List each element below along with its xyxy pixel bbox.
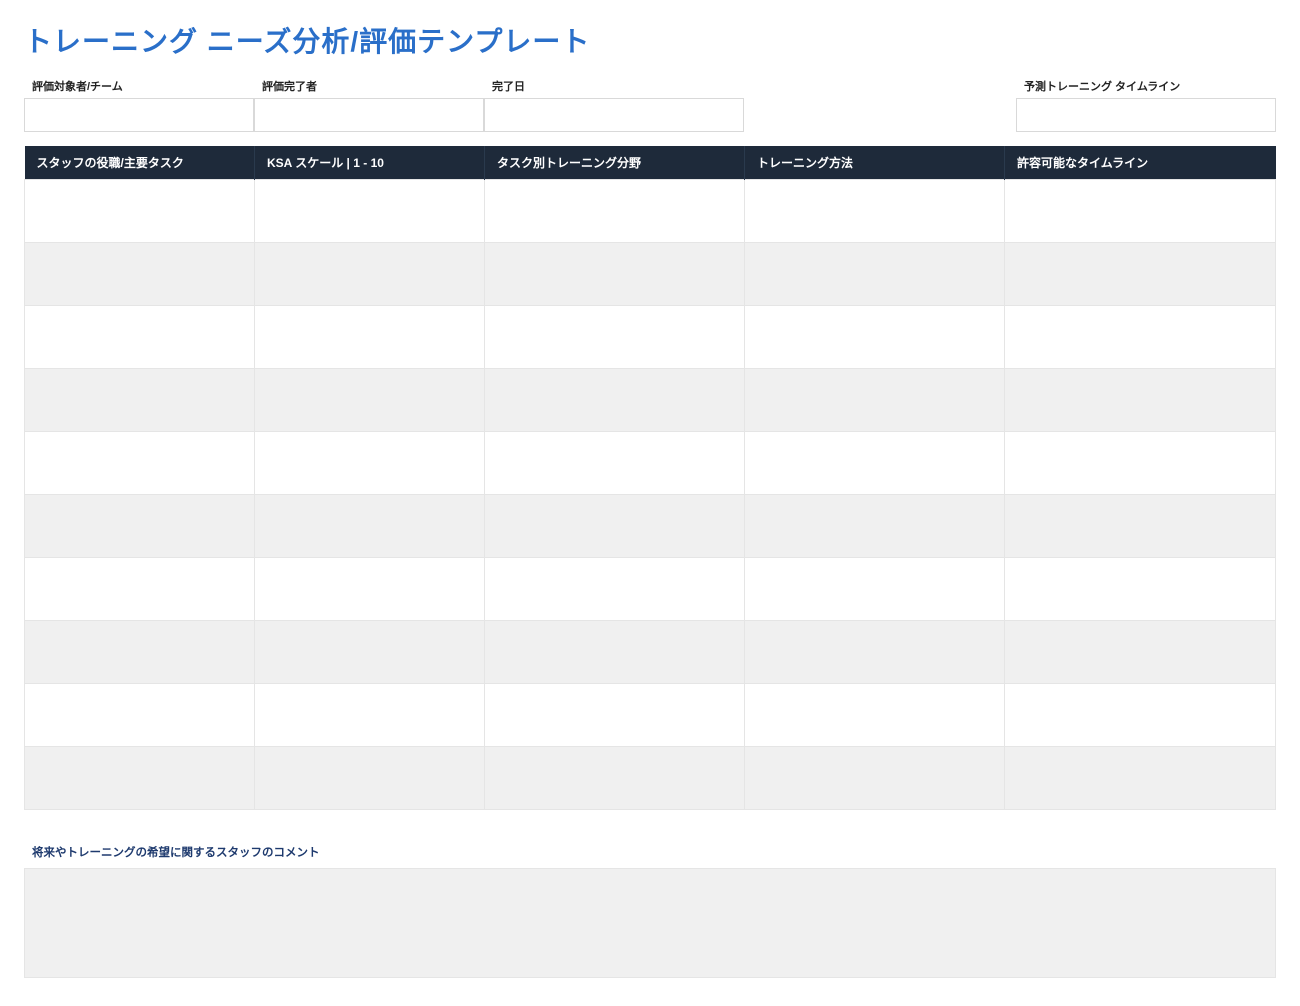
cell-area[interactable] — [485, 243, 745, 306]
table-row — [25, 621, 1276, 684]
cell-timeline[interactable] — [1005, 495, 1276, 558]
cell-ksa[interactable] — [255, 432, 485, 495]
meta-label-subject: 評価対象者/チーム — [24, 78, 254, 98]
th-method: トレーニング方法 — [745, 146, 1005, 180]
cell-timeline[interactable] — [1005, 684, 1276, 747]
page-title: トレーニング ニーズ分析/評価テンプレート — [24, 20, 1276, 60]
meta-input-completed-by[interactable] — [254, 98, 484, 132]
training-table: スタッフの役職/主要タスク KSA スケール | 1 - 10 タスク別トレーニ… — [24, 146, 1276, 810]
cell-area[interactable] — [485, 432, 745, 495]
cell-area[interactable] — [485, 558, 745, 621]
th-role: スタッフの役職/主要タスク — [25, 146, 255, 180]
meta-field-completion-date: 完了日 — [484, 78, 744, 132]
cell-timeline[interactable] — [1005, 306, 1276, 369]
cell-ksa[interactable] — [255, 180, 485, 243]
cell-method[interactable] — [745, 306, 1005, 369]
meta-label-completion-date: 完了日 — [484, 78, 744, 98]
meta-field-timeline: 予測トレーニング タイムライン — [1016, 78, 1276, 132]
table-row — [25, 180, 1276, 243]
cell-timeline[interactable] — [1005, 180, 1276, 243]
cell-area[interactable] — [485, 495, 745, 558]
meta-row: 評価対象者/チーム 評価完了者 完了日 予測トレーニング タイムライン — [24, 78, 1276, 132]
cell-role[interactable] — [25, 495, 255, 558]
table-row — [25, 747, 1276, 810]
cell-role[interactable] — [25, 180, 255, 243]
cell-role[interactable] — [25, 621, 255, 684]
table-row — [25, 369, 1276, 432]
meta-input-subject[interactable] — [24, 98, 254, 132]
cell-area[interactable] — [485, 747, 745, 810]
cell-timeline[interactable] — [1005, 432, 1276, 495]
meta-label-completed-by: 評価完了者 — [254, 78, 484, 98]
cell-method[interactable] — [745, 432, 1005, 495]
cell-role[interactable] — [25, 369, 255, 432]
cell-role[interactable] — [25, 243, 255, 306]
cell-method[interactable] — [745, 621, 1005, 684]
cell-area[interactable] — [485, 684, 745, 747]
cell-area[interactable] — [485, 180, 745, 243]
cell-method[interactable] — [745, 684, 1005, 747]
cell-method[interactable] — [745, 369, 1005, 432]
cell-role[interactable] — [25, 684, 255, 747]
comments-box[interactable] — [24, 868, 1276, 978]
cell-timeline[interactable] — [1005, 243, 1276, 306]
comments-label: 将来やトレーニングの希望に関するスタッフのコメント — [24, 844, 1276, 868]
cell-ksa[interactable] — [255, 747, 485, 810]
cell-method[interactable] — [745, 495, 1005, 558]
cell-method[interactable] — [745, 180, 1005, 243]
cell-timeline[interactable] — [1005, 558, 1276, 621]
cell-area[interactable] — [485, 369, 745, 432]
cell-timeline[interactable] — [1005, 369, 1276, 432]
cell-role[interactable] — [25, 306, 255, 369]
cell-ksa[interactable] — [255, 243, 485, 306]
th-area: タスク別トレーニング分野 — [485, 146, 745, 180]
cell-method[interactable] — [745, 558, 1005, 621]
meta-field-subject: 評価対象者/チーム — [24, 78, 254, 132]
meta-input-completion-date[interactable] — [484, 98, 744, 132]
meta-field-completed-by: 評価完了者 — [254, 78, 484, 132]
cell-timeline[interactable] — [1005, 747, 1276, 810]
cell-ksa[interactable] — [255, 558, 485, 621]
cell-ksa[interactable] — [255, 369, 485, 432]
table-row — [25, 306, 1276, 369]
table-row — [25, 684, 1276, 747]
cell-timeline[interactable] — [1005, 621, 1276, 684]
table-row — [25, 432, 1276, 495]
table-row — [25, 243, 1276, 306]
table-row — [25, 495, 1276, 558]
th-ksa: KSA スケール | 1 - 10 — [255, 146, 485, 180]
cell-role[interactable] — [25, 747, 255, 810]
meta-label-timeline: 予測トレーニング タイムライン — [1016, 78, 1276, 98]
table-row — [25, 558, 1276, 621]
comments-section: 将来やトレーニングの希望に関するスタッフのコメント — [24, 844, 1276, 978]
meta-input-timeline[interactable] — [1016, 98, 1276, 132]
table-header-row: スタッフの役職/主要タスク KSA スケール | 1 - 10 タスク別トレーニ… — [25, 146, 1276, 180]
cell-ksa[interactable] — [255, 495, 485, 558]
cell-ksa[interactable] — [255, 684, 485, 747]
cell-ksa[interactable] — [255, 621, 485, 684]
cell-method[interactable] — [745, 243, 1005, 306]
cell-method[interactable] — [745, 747, 1005, 810]
cell-role[interactable] — [25, 558, 255, 621]
cell-area[interactable] — [485, 306, 745, 369]
cell-ksa[interactable] — [255, 306, 485, 369]
th-timeline: 許容可能なタイムライン — [1005, 146, 1276, 180]
cell-role[interactable] — [25, 432, 255, 495]
cell-area[interactable] — [485, 621, 745, 684]
